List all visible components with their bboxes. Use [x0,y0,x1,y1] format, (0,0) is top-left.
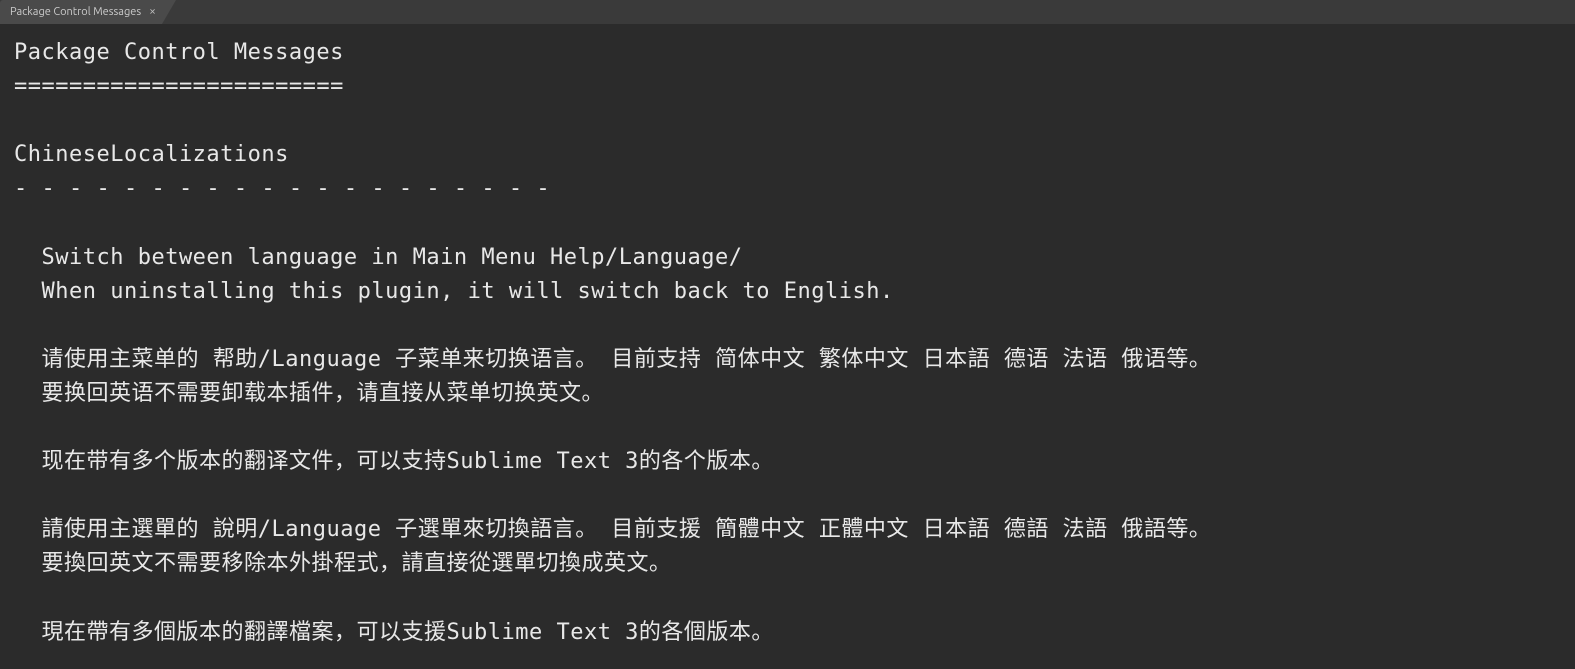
text-line: 要換回英文不需要移除本外掛程式，請直接從選單切換成英文。 [14,551,672,576]
text-line: Switch between language in Main Menu Hel… [14,245,743,270]
close-icon[interactable]: × [149,6,156,18]
text-line: 請使用主選單的 說明/Language 子選單來切換語言。 目前支援 簡體中文 … [14,517,1211,542]
tab-title: Package Control Messages [10,6,141,18]
text-line: Package Control Messages [14,40,344,65]
text-line: 現在帶有多個版本的翻譯檔案，可以支援Sublime Text 3的各個版本。 [14,620,774,645]
text-line: - - - - - - - - - - - - - - - - - - - - [14,176,550,201]
text-line: When uninstalling this plugin, it will s… [14,279,894,304]
text-line: ======================== [14,74,344,99]
text-line: 要换回英语不需要卸载本插件，请直接从菜单切换英文。 [14,381,604,406]
tab-package-control-messages[interactable]: Package Control Messages × [0,0,162,24]
editor-content[interactable]: Package Control Messages ===============… [0,24,1575,662]
text-line: ChineseLocalizations [14,142,289,167]
tab-bar: Package Control Messages × [0,0,1575,24]
text-line: 请使用主菜单的 帮助/Language 子菜单来切换语言。 目前支持 简体中文 … [14,347,1211,372]
text-line: 现在带有多个版本的翻译文件，可以支持Sublime Text 3的各个版本。 [14,449,774,474]
